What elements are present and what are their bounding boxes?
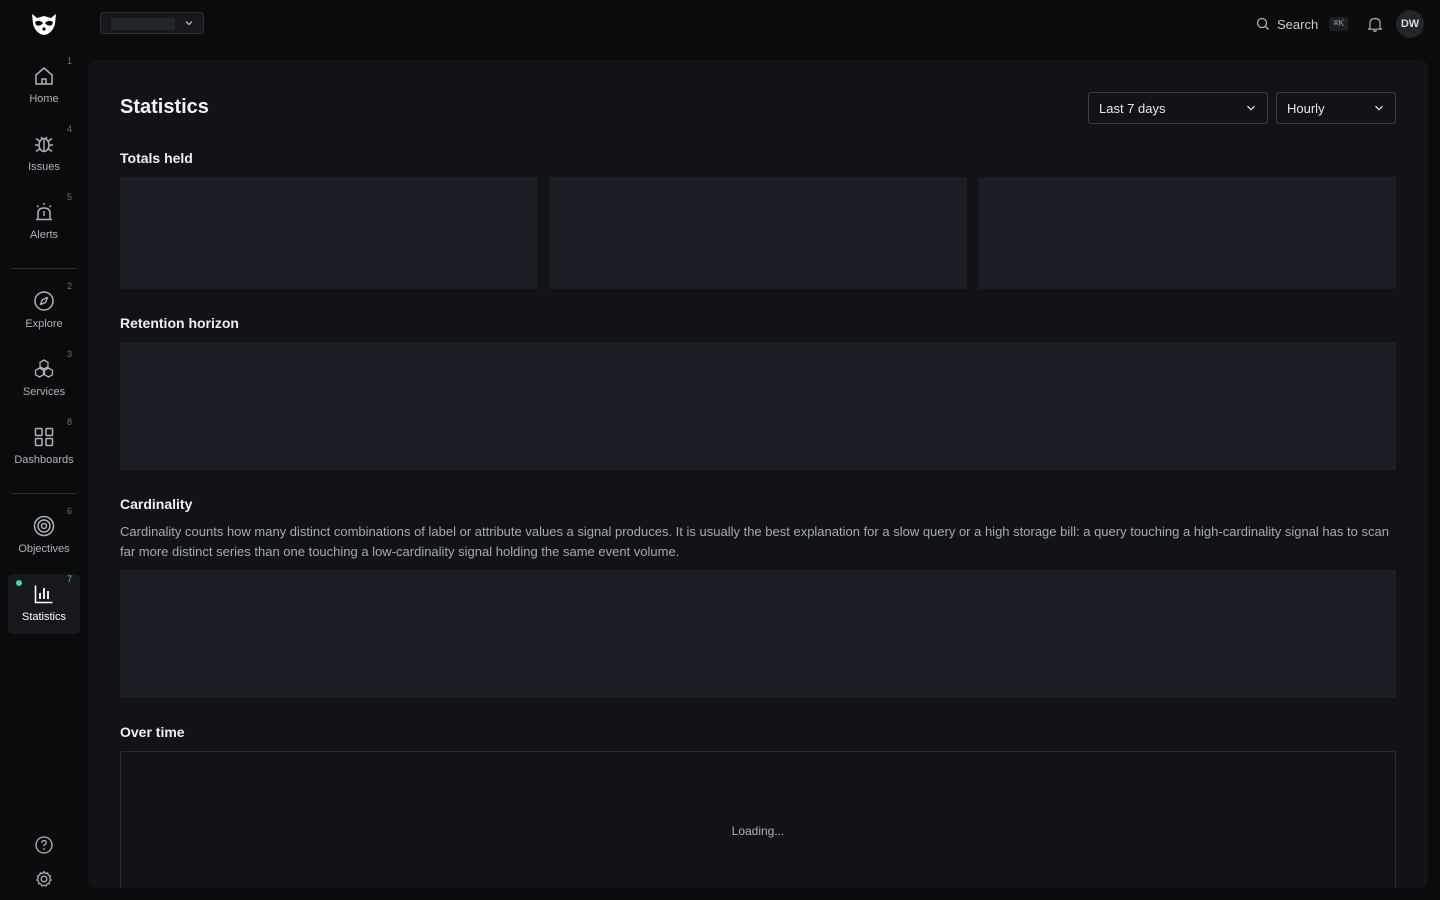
- totals-card-skeleton: [549, 177, 967, 289]
- bell-icon[interactable]: [1366, 15, 1384, 33]
- over-time-chart: Loading...: [120, 751, 1396, 888]
- compass-icon: [34, 291, 54, 311]
- sidebar-item-shortcut: 2: [66, 281, 72, 291]
- top-bar: Search ⌘K DW: [0, 0, 1440, 48]
- sidebar-item-dashboards[interactable]: Dashboards 8: [8, 417, 80, 477]
- active-indicator-dot: [16, 580, 22, 586]
- chevron-down-icon: [1247, 105, 1255, 111]
- cubes-icon: [34, 359, 54, 378]
- search-button[interactable]: Search ⌘K: [1256, 14, 1349, 34]
- cardinality-skeleton: [120, 570, 1396, 698]
- search-shortcut: ⌘K: [1329, 17, 1349, 31]
- sidebar-item-alerts[interactable]: Alerts 5: [8, 192, 80, 252]
- sidebar-divider: [12, 268, 76, 269]
- sidebar-item-label: Issues: [28, 161, 60, 173]
- sidebar-item-issues[interactable]: Issues 4: [8, 124, 80, 184]
- time-range-value: Last 7 days: [1099, 100, 1166, 116]
- granularity-select[interactable]: Hourly: [1276, 92, 1396, 124]
- sidebar-item-services[interactable]: Services 3: [8, 349, 80, 409]
- over-time-section-title: Over time: [120, 724, 185, 740]
- sidebar-item-home[interactable]: Home 1: [8, 56, 80, 116]
- time-range-select[interactable]: Last 7 days: [1088, 92, 1268, 124]
- retention-skeleton: [120, 342, 1396, 470]
- sidebar-item-shortcut: 3: [66, 349, 72, 359]
- cardinality-section-title: Cardinality: [120, 496, 193, 512]
- target-icon: [33, 515, 55, 537]
- search-icon: [1256, 17, 1269, 30]
- org-name-placeholder: [111, 18, 175, 30]
- sidebar-item-label: Home: [29, 93, 59, 105]
- sidebar-item-label: Statistics: [21, 611, 66, 623]
- settings-icon[interactable]: [34, 869, 54, 889]
- bar-chart-icon: [34, 585, 53, 604]
- sidebar-item-shortcut: 1: [66, 56, 72, 66]
- sidebar-item-label: Explore: [25, 318, 63, 330]
- org-switcher[interactable]: [100, 12, 204, 34]
- page-title: Statistics: [120, 96, 209, 118]
- granularity-value: Hourly: [1287, 100, 1325, 116]
- sidebar-item-label: Alerts: [29, 229, 59, 241]
- sidebar-item-label: Dashboards: [14, 454, 74, 466]
- sidebar-item-shortcut: 8: [66, 417, 72, 427]
- siren-icon: [36, 203, 52, 221]
- totals-card-skeleton: [979, 177, 1396, 289]
- sidebar-item-objectives[interactable]: Objectives 6: [8, 506, 80, 566]
- cardinality-description: Cardinality counts how many distinct com…: [120, 524, 1389, 559]
- help-icon[interactable]: [34, 835, 54, 855]
- sidebar-item-label: Objectives: [18, 543, 70, 555]
- totals-card-skeleton: [120, 177, 537, 289]
- chevron-down-icon: [1375, 105, 1383, 111]
- retention-section-title: Retention horizon: [120, 315, 239, 331]
- bug-icon: [35, 136, 53, 153]
- raccoon-logo-icon[interactable]: [28, 10, 60, 38]
- main-panel: Statistics Last 7 days Hourly Totals hel…: [88, 60, 1428, 888]
- home-icon: [35, 67, 53, 85]
- sidebar-item-shortcut: 6: [66, 506, 72, 516]
- sidebar-item-statistics[interactable]: Statistics 7: [8, 574, 80, 634]
- sidebar-divider: [12, 493, 76, 494]
- sidebar-item-shortcut: 7: [66, 574, 72, 584]
- sidebar-item-explore[interactable]: Explore 2: [8, 281, 80, 341]
- search-label: Search: [1277, 16, 1319, 32]
- chevron-down-icon: [185, 21, 193, 26]
- grid-icon: [34, 427, 54, 447]
- sidebar-item-shortcut: 5: [66, 192, 72, 202]
- user-avatar[interactable]: DW: [1396, 10, 1424, 38]
- sidebar: Home 1 Issues 4 Alerts 5 Explore 2 Servi…: [0, 48, 88, 900]
- sidebar-item-label: Services: [22, 386, 66, 398]
- totals-section-title: Totals held: [120, 150, 193, 166]
- sidebar-item-shortcut: 4: [66, 124, 72, 134]
- loading-text: Loading...: [731, 824, 785, 838]
